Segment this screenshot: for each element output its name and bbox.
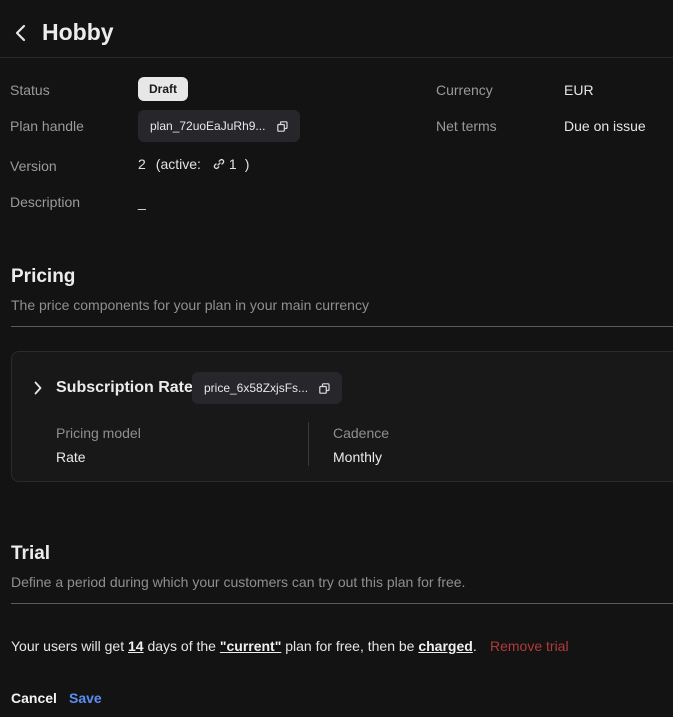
currency-value: EUR	[564, 82, 594, 98]
plan-handle-label: Plan handle	[10, 118, 84, 134]
save-button[interactable]: Save	[69, 690, 102, 706]
trial-divider	[11, 603, 673, 604]
expand-component-button[interactable]	[33, 380, 43, 396]
net-terms-label: Net terms	[436, 118, 497, 134]
active-label: (active:	[155, 156, 201, 172]
price-id-value: price_6x58ZxjsFs...	[204, 381, 309, 395]
trial-plan: "current"	[219, 638, 282, 654]
trial-text-2: days of the	[143, 638, 220, 654]
copy-icon	[319, 383, 330, 395]
description-label: Description	[10, 194, 81, 210]
version-row: 2 (active: 1 )	[138, 156, 249, 172]
version-label: Version	[10, 158, 57, 174]
trial-days: 14	[127, 638, 144, 654]
component-name: Subscription Rate	[56, 379, 193, 396]
description-value: _	[138, 194, 146, 210]
chevron-right-icon	[34, 381, 42, 395]
copy-icon	[276, 121, 288, 133]
pricing-subtitle: The price components for your plan in yo…	[11, 297, 369, 313]
page-header: Hobby	[0, 0, 673, 58]
plan-detail-page: Hobby Status Draft Plan handle plan_72uo…	[0, 0, 673, 717]
pricing-title: Pricing	[11, 266, 76, 287]
cadence-label: Cadence	[333, 425, 390, 441]
status-label: Status	[10, 82, 50, 98]
copy-plan-handle-button[interactable]	[276, 121, 288, 133]
link-icon	[213, 158, 225, 170]
pricing-divider	[11, 326, 673, 327]
remove-trial-button[interactable]: Remove trial	[490, 638, 569, 654]
price-id-chip: price_6x58ZxjsFs...	[192, 372, 343, 404]
trial-summary: Your users will get 14 days of the "curr…	[11, 638, 477, 654]
active-version-link[interactable]: 1	[229, 156, 237, 172]
currency-label: Currency	[436, 82, 493, 98]
active-close: )	[244, 156, 250, 172]
back-button[interactable]	[12, 22, 30, 44]
trial-subtitle: Define a period during which your custom…	[11, 574, 466, 590]
copy-price-id-button[interactable]	[319, 383, 330, 395]
cadence-value: Monthly	[333, 449, 383, 465]
plan-handle-chip: plan_72uoEaJuRh9...	[138, 110, 300, 142]
trial-text-3: plan for free, then be	[281, 638, 419, 654]
card-column-divider	[308, 422, 309, 466]
status-badge: Draft	[138, 77, 189, 101]
version-value: 2	[138, 156, 146, 172]
chevron-left-icon	[15, 24, 26, 42]
pricing-model-value: Rate	[56, 449, 86, 465]
pricing-model-label: Pricing model	[56, 425, 141, 441]
trial-text-4: .	[472, 638, 477, 654]
page-title: Hobby	[42, 19, 114, 45]
plan-handle-value: plan_72uoEaJuRh9...	[150, 119, 266, 133]
cancel-button[interactable]: Cancel	[11, 690, 57, 706]
trial-title: Trial	[11, 543, 51, 564]
net-terms-value: Due on issue	[564, 118, 646, 134]
trial-text-1: Your users will get	[11, 638, 128, 654]
trial-charged: charged	[418, 638, 473, 654]
